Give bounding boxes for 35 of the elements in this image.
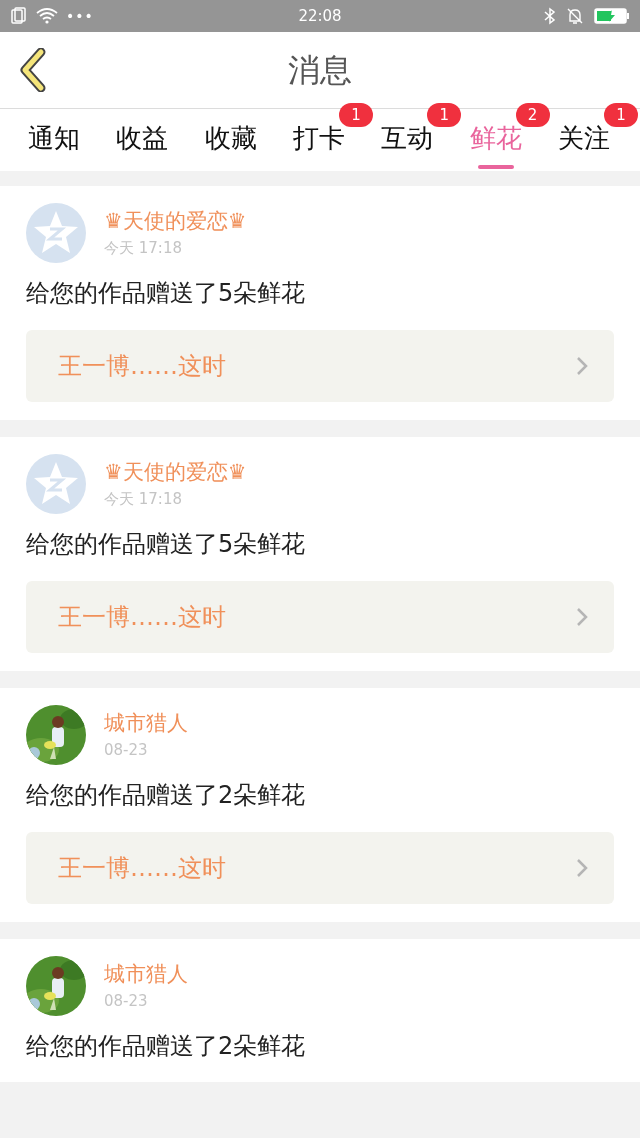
bluetooth-icon — [544, 7, 556, 25]
message-time: 今天 17:18 — [104, 238, 183, 258]
wifi-icon — [36, 8, 58, 24]
default-avatar-icon — [26, 203, 86, 263]
message-time: 08-23 — [104, 740, 149, 760]
work-link[interactable]: 王一博……这时 — [26, 832, 614, 904]
sender-name[interactable]: 城市猎人 — [104, 961, 188, 987]
tab[interactable]: 通知 — [26, 109, 82, 169]
work-link[interactable]: 王一博……这时 — [26, 581, 614, 653]
page-title: 消息 — [288, 51, 352, 89]
sender-name[interactable]: ♛天使的爱恋♛ — [104, 459, 247, 485]
message-text: 给您的作品赠送了2朵鲜花 — [26, 780, 307, 811]
chevron-right-icon — [576, 607, 588, 627]
message-text: 给您的作品赠送了5朵鲜花 — [26, 278, 307, 309]
bell-muted-icon — [566, 7, 584, 25]
more-dots: ••• — [66, 6, 94, 26]
clock-time: 22:08 — [298, 7, 342, 25]
work-link[interactable]: 王一博……这时 — [26, 330, 614, 402]
count-badge: 1 — [339, 103, 373, 127]
count-badge: 1 — [603, 103, 638, 127]
message-text: 给您的作品赠送了2朵鲜花 — [26, 1031, 307, 1062]
chevron-right-icon — [576, 858, 588, 878]
message-time: 今天 17:18 — [104, 489, 183, 509]
tab[interactable]: 收藏 — [202, 109, 259, 169]
tab[interactable]: 收益 — [114, 109, 171, 169]
default-avatar-icon — [26, 454, 86, 514]
sim-card-icon — [10, 7, 28, 25]
count-badge: 1 — [427, 103, 462, 127]
battery-icon — [594, 7, 630, 25]
sender-name[interactable]: ♛天使的爱恋♛ — [104, 208, 247, 234]
message-text: 给您的作品赠送了5朵鲜花 — [26, 529, 307, 560]
chevron-right-icon — [576, 356, 588, 376]
sender-name[interactable]: 城市猎人 — [104, 710, 188, 736]
count-badge: 2 — [515, 103, 550, 127]
message-time: 08-23 — [104, 991, 149, 1011]
